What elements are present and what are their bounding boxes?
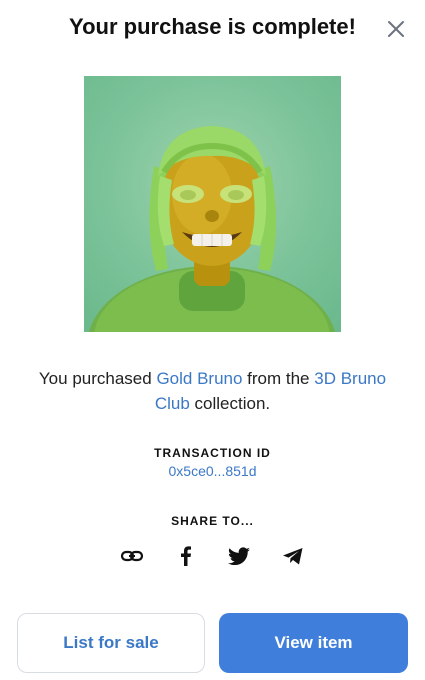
link-icon[interactable] (120, 544, 144, 568)
purchase-middle: from the (242, 369, 315, 388)
purchase-complete-modal: Your purchase is complete! You purchased… (0, 0, 425, 680)
item-name-link[interactable]: Gold Bruno (156, 369, 242, 388)
share-icons (0, 544, 425, 568)
view-item-button[interactable]: View item (219, 613, 408, 673)
purchase-prefix: You purchased (38, 369, 157, 388)
modal-title: Your purchase is complete! (69, 14, 356, 39)
twitter-icon[interactable] (227, 544, 251, 568)
telegram-icon[interactable] (281, 544, 305, 568)
facebook-icon[interactable] (174, 544, 198, 568)
share-label: SHARE TO... (171, 514, 254, 528)
close-icon[interactable] (385, 18, 407, 40)
transaction-id-link[interactable]: 0x5ce0...851d (0, 463, 425, 479)
nft-artwork (84, 76, 341, 332)
purchase-summary: You purchased Gold Bruno from the 3D Bru… (20, 366, 405, 416)
list-for-sale-button[interactable]: List for sale (17, 613, 205, 673)
transaction-id-label: TRANSACTION ID (154, 446, 271, 460)
purchase-suffix: collection. (189, 394, 271, 413)
